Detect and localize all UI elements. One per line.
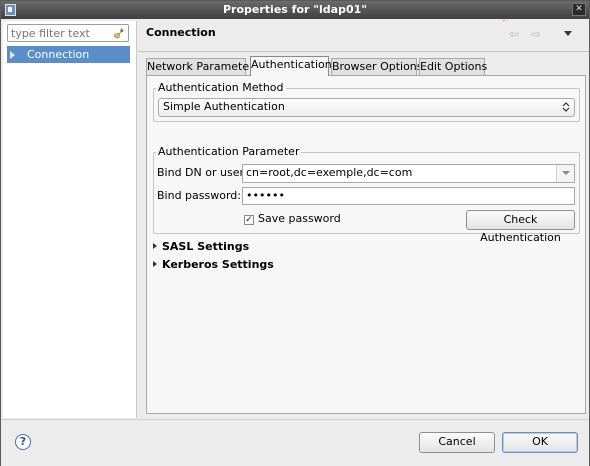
ok-button[interactable]: OK: [502, 432, 578, 453]
bind-dn-value: cn=root,dc=exemple,dc=com: [246, 166, 413, 179]
tab-network-parameter[interactable]: Network Parameter: [146, 58, 254, 75]
expand-arrow-icon[interactable]: [10, 51, 15, 59]
button-bar: ? Cancel OK: [1, 419, 589, 466]
properties-dialog: Properties for "ldap01" ✕ d2f3c0265-f4f3…: [0, 0, 590, 466]
section-label: Kerberos Settings: [162, 258, 274, 271]
sasl-settings-section[interactable]: SASL Settings: [153, 240, 249, 253]
tab-authentication[interactable]: Authentication: [250, 56, 332, 76]
tab-label: Browser Options: [332, 60, 423, 73]
tab-browser-options[interactable]: Browser Options: [331, 58, 423, 75]
expand-arrow-icon[interactable]: [153, 261, 157, 267]
window-title: Properties for "ldap01": [223, 3, 367, 16]
tab-edit-options[interactable]: Edit Options: [419, 58, 488, 75]
section-label: SASL Settings: [162, 240, 250, 253]
kerberos-settings-section[interactable]: Kerberos Settings: [153, 258, 274, 271]
bind-password-value: ••••••: [246, 189, 285, 202]
save-password-checkbox[interactable]: ✓: [244, 215, 254, 225]
group-title: Authentication Parameter: [156, 145, 302, 158]
bind-password-label: Bind password:: [157, 189, 241, 202]
group-title: Authentication Method: [156, 81, 286, 94]
bind-dn-combo[interactable]: cn=root,dc=exemple,dc=com: [242, 164, 575, 183]
help-icon[interactable]: ?: [15, 434, 31, 450]
bind-dn-label: Bind DN or user:: [157, 166, 248, 179]
updown-arrows-icon: [562, 102, 570, 112]
page-nav: ⇦ ⇨: [509, 28, 579, 40]
auth-method-select[interactable]: Simple Authentication: [158, 98, 575, 117]
main-panel: Connection ⇦ ⇨ Network Parameter Authent…: [138, 21, 589, 418]
save-password-label: Save password: [258, 212, 341, 225]
page-title: Connection: [146, 26, 216, 39]
view-menu-icon[interactable]: [564, 31, 572, 36]
check-authentication-button[interactable]: Check Authentication: [466, 210, 575, 244]
auth-method-value: Simple Authentication: [163, 100, 285, 113]
tab-label: Authentication: [251, 58, 332, 71]
tab-label: Network Parameter: [147, 60, 254, 73]
forward-arrow-icon[interactable]: ⇨: [531, 28, 541, 40]
title-bar: Properties for "ldap01" ✕: [1, 1, 589, 19]
header-separator: [138, 51, 589, 52]
expand-arrow-icon[interactable]: [153, 243, 157, 249]
app-icon: [5, 4, 16, 16]
sidebar-item-connection[interactable]: Connection: [7, 46, 130, 63]
clear-filter-icon[interactable]: [113, 27, 125, 39]
sidebar: Connection: [3, 21, 137, 418]
filter-field: [7, 24, 129, 42]
back-arrow-icon[interactable]: ⇦: [509, 28, 519, 40]
filter-input[interactable]: [11, 26, 111, 40]
chevron-down-icon[interactable]: [556, 165, 574, 182]
auth-method-group: Authentication Method Simple Authenticat…: [153, 81, 580, 122]
auth-param-group: Authentication Parameter Bind DN or user…: [153, 145, 580, 244]
tab-label: Edit Options: [420, 60, 488, 73]
bind-password-field[interactable]: ••••••: [242, 187, 575, 205]
authentication-tab-panel: Authentication Method Simple Authenticat…: [146, 75, 586, 414]
close-icon[interactable]: ✕: [572, 3, 586, 16]
cancel-button[interactable]: Cancel: [419, 432, 495, 453]
sidebar-item-label: Connection: [27, 48, 90, 61]
